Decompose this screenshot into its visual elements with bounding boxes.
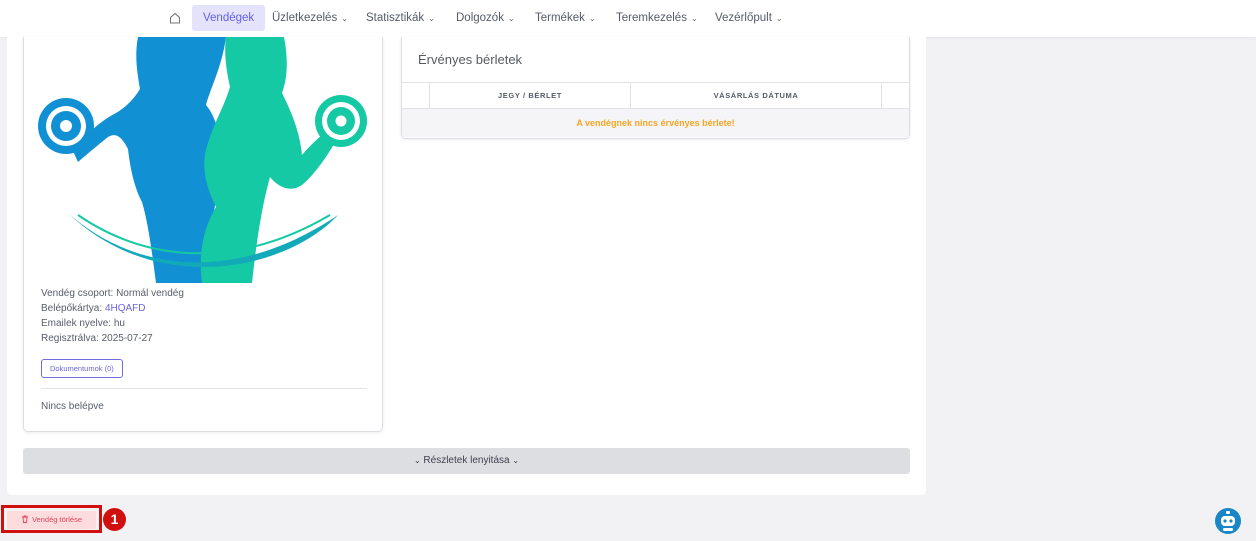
entry-card-link[interactable]: 4HQAFD	[105, 303, 146, 314]
chevron-down-icon: ⌄	[507, 14, 515, 23]
home-icon[interactable]	[168, 11, 182, 25]
nav-item-employees[interactable]: Dolgozók ⌄	[456, 5, 515, 31]
column-header-actions	[881, 83, 909, 109]
passes-table: JEGY / BÉRLET VÁSÁRLÁS DÁTUMA A vendégne…	[402, 82, 909, 138]
chevron-down-icon: ⌄	[341, 14, 348, 23]
nav-item-statistics[interactable]: Statisztikák ⌄	[366, 5, 435, 31]
chevron-down-icon: ⌄	[775, 14, 783, 23]
registration-date-row: Regisztrálva: 2025-07-27	[41, 333, 153, 344]
entry-status: Nincs belépve	[41, 401, 104, 412]
fitness-avatar-image	[38, 37, 367, 283]
valid-passes-card: Érvényes bérletek JEGY / BÉRLET VÁSÁRLÁS…	[401, 37, 910, 139]
passes-title: Érvényes bérletek	[418, 52, 523, 67]
chevron-down-icon: ⌄	[428, 14, 435, 23]
documents-button[interactable]: Dokumentumok (0)	[41, 359, 123, 378]
top-navigation: Vendégek Üzletkezelés ⌄ Statisztikák ⌄ Dol…	[0, 0, 1256, 37]
annotation-marker: 1	[103, 508, 126, 531]
nav-item-guests[interactable]: Vendégek	[192, 5, 266, 31]
nav-item-products[interactable]: Termékek ⌄	[535, 5, 596, 31]
chevron-down-icon: ⌄	[690, 14, 698, 23]
nav-item-business[interactable]: Üzletkezelés ⌄	[272, 5, 348, 31]
guest-detail-panel: Vendég csoport: Normál vendég Belépőkárt…	[7, 37, 926, 495]
entry-card-row: Belépőkártya: 4HQAFD	[41, 303, 146, 314]
chevron-down-icon: ⌄	[413, 456, 421, 465]
chevron-down-icon: ⌄	[588, 14, 596, 23]
guest-profile-card: Vendég csoport: Normál vendég Belépőkárt…	[23, 37, 383, 432]
divider	[41, 388, 367, 389]
empty-table-message: A vendégnek nincs érvényes bérlete!	[402, 109, 909, 137]
annotation-highlight-box	[1, 505, 102, 533]
expand-details-button[interactable]: ⌄ Részletek lenyitása ⌄	[23, 448, 910, 474]
chevron-down-icon: ⌄	[512, 456, 520, 465]
table-header: JEGY / BÉRLET VÁSÁRLÁS DÁTUMA	[402, 82, 909, 109]
email-language-row: Emailek nyelve: hu	[41, 318, 125, 329]
nav-item-rooms[interactable]: Teremkezelés ⌄	[616, 5, 698, 31]
column-header-purchase-date[interactable]: VÁSÁRLÁS DÁTUMA	[630, 83, 881, 109]
guest-group-row: Vendég csoport: Normál vendég	[41, 288, 184, 299]
chat-bot-icon[interactable]	[1214, 507, 1242, 535]
column-header-pass[interactable]: JEGY / BÉRLET	[429, 83, 630, 109]
nav-item-dashboard[interactable]: Vezérlőpult ⌄	[715, 5, 783, 31]
